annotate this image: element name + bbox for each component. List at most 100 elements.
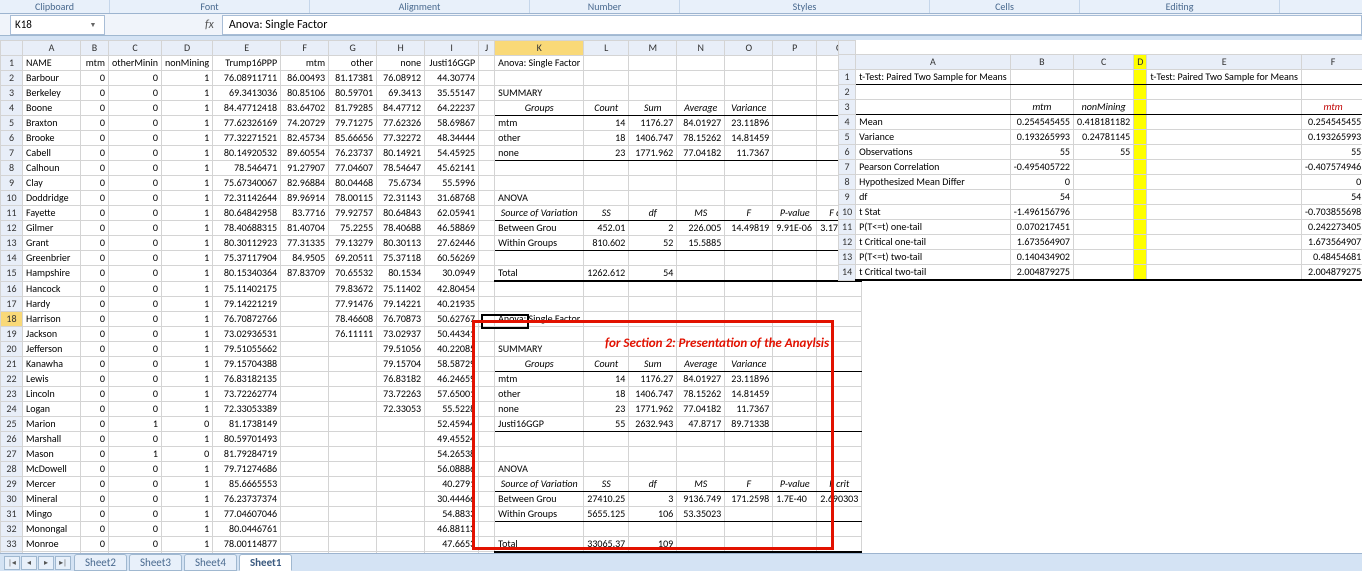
cell[interactable]: 78.40688 xyxy=(377,221,425,236)
cell[interactable]: 87.83709 xyxy=(281,266,329,282)
row-header[interactable]: 25 xyxy=(1,416,23,431)
cell[interactable] xyxy=(584,161,629,176)
cell[interactable]: 0 xyxy=(81,371,109,386)
cell[interactable]: 58.69867 xyxy=(425,116,479,131)
cell[interactable]: 2.004879275 xyxy=(1010,265,1073,281)
col-header[interactable]: A xyxy=(856,55,1011,70)
cell[interactable] xyxy=(281,341,329,356)
tab-sheet3[interactable]: Sheet3 xyxy=(129,554,182,571)
cell[interactable] xyxy=(629,56,677,71)
cell[interactable]: 1 xyxy=(162,236,213,251)
cell[interactable]: 78.00115 xyxy=(329,191,377,206)
cell[interactable] xyxy=(479,371,495,386)
row-header[interactable]: 2 xyxy=(839,85,856,100)
cell[interactable] xyxy=(725,86,773,101)
cell[interactable]: 79.13279 xyxy=(329,236,377,251)
cell[interactable]: 91.27907 xyxy=(281,161,329,176)
cell[interactable]: Trump16PPP xyxy=(213,56,281,71)
cell[interactable] xyxy=(725,506,773,521)
cell[interactable]: ANOVA xyxy=(495,461,584,476)
cell[interactable]: 0.24781145 xyxy=(1074,130,1134,145)
cell[interactable]: 54.8833 xyxy=(425,506,479,521)
cell[interactable] xyxy=(479,266,495,282)
cell[interactable] xyxy=(677,56,725,71)
cell[interactable]: 0.193265993 xyxy=(1301,130,1362,145)
cell[interactable]: Calhoun xyxy=(23,161,81,176)
cell[interactable]: 74.20729 xyxy=(281,116,329,131)
cell[interactable] xyxy=(725,266,773,282)
col-header[interactable]: O xyxy=(725,41,773,56)
cell[interactable] xyxy=(817,281,862,296)
row-header[interactable]: 26 xyxy=(1,431,23,446)
cell[interactable]: 0 xyxy=(109,116,162,131)
cell[interactable]: 0 xyxy=(109,221,162,236)
cell[interactable]: 0 xyxy=(81,236,109,251)
cell[interactable]: 0 xyxy=(81,311,109,326)
cell[interactable]: 1 xyxy=(162,296,213,311)
cell[interactable]: 0 xyxy=(81,131,109,146)
cell[interactable] xyxy=(479,71,495,86)
main-grid[interactable]: ABCDEFGHIJKLMNOPQ1NAMEmtmotherMininnonMi… xyxy=(0,40,862,553)
cell[interactable]: 0 xyxy=(81,446,109,461)
cell[interactable] xyxy=(856,85,1011,100)
cell[interactable] xyxy=(677,86,725,101)
cell[interactable] xyxy=(629,296,677,311)
cell[interactable] xyxy=(725,236,773,251)
cell[interactable]: 80.85106 xyxy=(281,86,329,101)
cell[interactable] xyxy=(629,191,677,206)
cell[interactable]: Average xyxy=(677,356,725,371)
cell[interactable]: 31.68768 xyxy=(425,191,479,206)
cell[interactable] xyxy=(495,176,584,191)
cell[interactable]: 9136.749 xyxy=(677,491,725,506)
cell[interactable]: 77.04607046 xyxy=(213,506,281,521)
cell[interactable]: 23.11896 xyxy=(725,371,773,386)
cell[interactable] xyxy=(495,521,584,536)
cell[interactable] xyxy=(725,251,773,266)
cell[interactable]: -0.495405722 xyxy=(1010,160,1073,175)
cell[interactable]: Brooke xyxy=(23,131,81,146)
cell[interactable]: Pearson Correlation xyxy=(856,160,1011,175)
cell[interactable]: 1406.747 xyxy=(629,386,677,401)
cell[interactable]: 79.15704388 xyxy=(213,356,281,371)
cell[interactable]: Cabell xyxy=(23,146,81,161)
cell[interactable] xyxy=(773,116,817,131)
cell[interactable]: 0.070217451 xyxy=(1010,220,1073,235)
col-header[interactable]: E xyxy=(213,41,281,56)
cell[interactable]: 5655.125 xyxy=(584,506,629,521)
cell[interactable] xyxy=(584,296,629,311)
cell[interactable] xyxy=(1147,265,1302,281)
cell[interactable] xyxy=(1147,85,1302,100)
cell[interactable]: 1 xyxy=(162,266,213,282)
cell[interactable]: Hypothesized Mean Differ xyxy=(856,175,1011,190)
cell[interactable]: 0 xyxy=(109,251,162,266)
cell[interactable]: 0 xyxy=(109,131,162,146)
cell[interactable]: 14.81459 xyxy=(725,131,773,146)
cell[interactable] xyxy=(479,416,495,431)
cell[interactable] xyxy=(725,161,773,176)
cell[interactable]: MS xyxy=(677,206,725,221)
cell[interactable]: 55.5996 xyxy=(425,176,479,191)
cell[interactable] xyxy=(495,296,584,311)
col-header[interactable]: N xyxy=(677,41,725,56)
cell[interactable] xyxy=(479,536,495,552)
cell[interactable]: 76.70872766 xyxy=(213,311,281,326)
cell[interactable]: Gilmer xyxy=(23,221,81,236)
cell[interactable]: Marshall xyxy=(23,431,81,446)
cell[interactable] xyxy=(629,431,677,446)
cell[interactable]: 109 xyxy=(629,536,677,552)
cell[interactable]: Hampshire xyxy=(23,266,81,282)
row-header[interactable]: 1 xyxy=(839,70,856,85)
row-header[interactable]: 30 xyxy=(1,491,23,506)
row-header[interactable]: 6 xyxy=(839,145,856,160)
cell[interactable]: 89.60554 xyxy=(281,146,329,161)
cell[interactable]: 77.32272 xyxy=(377,131,425,146)
row-header[interactable]: 8 xyxy=(1,161,23,176)
cell[interactable]: 1406.747 xyxy=(629,131,677,146)
cell[interactable] xyxy=(1147,130,1302,145)
cell[interactable]: 0 xyxy=(81,161,109,176)
cell[interactable]: -1.496156796 xyxy=(1010,205,1073,220)
row-header[interactable]: 4 xyxy=(839,115,856,130)
cell[interactable]: 84.01927 xyxy=(677,116,725,131)
cell[interactable]: Monongal xyxy=(23,521,81,536)
cell[interactable]: 81.17381 xyxy=(329,71,377,86)
